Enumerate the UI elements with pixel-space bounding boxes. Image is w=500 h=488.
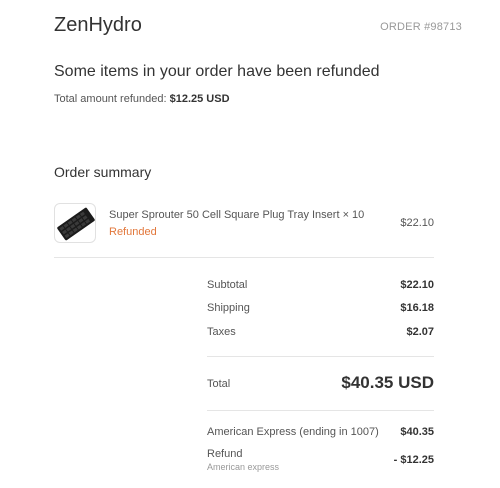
total-value: $40.35 USD — [341, 373, 434, 392]
item-status-refunded: Refunded — [109, 226, 157, 238]
plug-tray-image — [54, 203, 96, 243]
order-summary-heading: Order summary — [54, 164, 152, 180]
taxes-value: $2.07 — [406, 326, 434, 338]
items-divider — [54, 257, 434, 258]
shipping-label: Shipping — [207, 302, 250, 314]
refund-method: American express — [207, 462, 280, 472]
refund-heading: Some items in your order have been refun… — [54, 63, 380, 80]
refund-total-label: Total amount refunded: — [54, 93, 167, 105]
payment-divider — [207, 410, 434, 411]
line-item: Super Sprouter 50 Cell Square Plug Tray … — [54, 203, 434, 243]
email-header: ZenHydro ORDER #98713 — [54, 14, 462, 44]
total-label: Total — [207, 378, 231, 390]
subtotal-label: Subtotal — [207, 279, 248, 291]
payment-method-label: American Express (ending in 1007) — [207, 426, 379, 438]
refund-total: Total amount refunded: $12.25 USD — [54, 93, 230, 105]
shop-name: ZenHydro — [54, 14, 142, 36]
refund-total-amount: $12.25 USD — [169, 93, 230, 105]
subtotal-value: $22.10 — [400, 279, 434, 291]
item-title: Super Sprouter 50 Cell Square Plug Tray … — [109, 209, 365, 221]
taxes-label: Taxes — [207, 326, 236, 338]
item-price: $22.10 — [400, 217, 434, 229]
order-number: ORDER #98713 — [380, 21, 462, 33]
totals-divider — [207, 356, 434, 357]
payment-amount: $40.35 — [400, 426, 434, 438]
refund-amount: - $12.25 — [393, 454, 434, 466]
refund-label: Refund — [207, 448, 243, 460]
shipping-value: $16.18 — [400, 302, 434, 314]
